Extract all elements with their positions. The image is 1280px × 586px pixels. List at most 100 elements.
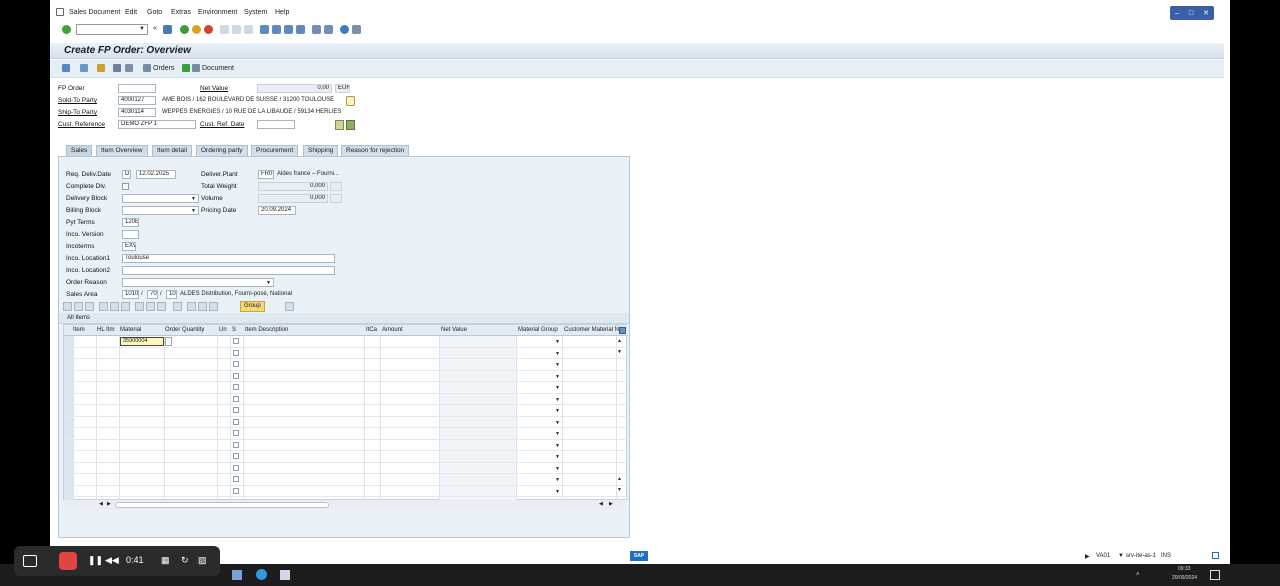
next-page-icon[interactable] — [284, 25, 293, 34]
orders-button[interactable]: Orders — [143, 64, 174, 72]
chevron-down-icon[interactable]: ▼ — [555, 374, 560, 380]
scroll-up-icon[interactable]: ▲ — [617, 476, 622, 482]
filter-icon[interactable] — [209, 302, 218, 311]
col-itca[interactable]: ItCa — [366, 327, 377, 333]
scroll-down-icon[interactable]: ▼ — [617, 487, 622, 493]
sap-logon-icon[interactable] — [280, 570, 290, 580]
incoterms-field[interactable]: EXW — [122, 242, 136, 251]
chevron-down-icon[interactable]: ▼ — [555, 420, 560, 426]
sap-menu-icon[interactable] — [56, 8, 64, 16]
status-checkbox[interactable] — [233, 338, 239, 344]
chevron-down-icon[interactable]: ▼ — [555, 408, 560, 414]
table-row[interactable]: ▼ — [64, 382, 628, 394]
tab-item-detail[interactable]: Item detail — [152, 145, 192, 156]
status-arrow-icon[interactable]: ▼ — [1118, 553, 1124, 559]
print-icon[interactable] — [220, 25, 229, 34]
status-checkbox[interactable] — [233, 441, 239, 448]
division-field[interactable]: 10 — [166, 290, 177, 299]
tab-sales[interactable]: Sales — [66, 145, 93, 156]
chevron-down-icon[interactable]: ▼ — [555, 443, 560, 449]
search-icon[interactable] — [198, 302, 207, 311]
arrow-icon[interactable] — [173, 302, 182, 311]
fp-order-field[interactable] — [118, 84, 156, 93]
more-functions-icon[interactable] — [285, 302, 294, 311]
config-icon[interactable] — [121, 302, 130, 311]
table-row[interactable]: ▼ — [64, 417, 628, 428]
req-deliv-unit-field[interactable]: D — [122, 170, 131, 179]
back-icon[interactable] — [180, 25, 189, 34]
col-material-group[interactable]: Material Group — [518, 327, 558, 333]
cancel-icon[interactable] — [204, 25, 213, 34]
deselect-all-icon[interactable] — [110, 302, 119, 311]
command-field[interactable]: ▼ — [76, 24, 148, 35]
maximize-icon[interactable]: □ — [1189, 10, 1193, 17]
find-icon[interactable] — [232, 25, 241, 34]
table-row[interactable]: ▼ — [64, 348, 628, 359]
col-s[interactable]: S — [232, 327, 236, 333]
sales-org-field[interactable]: 1010 — [122, 290, 139, 299]
insert-row-icon[interactable] — [74, 302, 83, 311]
table-row[interactable]: ▼ — [64, 474, 628, 486]
status-checkbox[interactable] — [233, 372, 239, 379]
save-icon[interactable] — [163, 25, 172, 34]
rewind-icon[interactable]: ◀◀ — [105, 555, 119, 566]
scroll-left-icon[interactable]: ◀ — [599, 501, 603, 507]
distribution-channel-field[interactable]: 70 — [147, 290, 158, 299]
chevron-down-icon[interactable]: ▼ — [555, 362, 560, 368]
col-item[interactable]: Item — [73, 327, 85, 333]
table-row[interactable]: ▼ — [64, 486, 628, 497]
header-button[interactable] — [80, 64, 88, 72]
table-row[interactable]: ▼ — [64, 451, 628, 463]
app-taskbar-icon[interactable] — [232, 570, 242, 580]
status-checkbox[interactable] — [233, 395, 239, 402]
status-checkbox[interactable] — [233, 464, 239, 471]
shortcut-icon[interactable] — [324, 25, 333, 34]
pricing-icon[interactable] — [135, 302, 144, 311]
menu-help[interactable]: Help — [275, 9, 289, 16]
delete-row-icon[interactable] — [85, 302, 94, 311]
inco-version-field[interactable] — [122, 230, 139, 239]
billing-block-select[interactable]: ▼ — [122, 206, 199, 215]
pause-icon[interactable]: ❚❚ — [88, 555, 103, 566]
minimize-icon[interactable]: – — [1175, 10, 1179, 17]
menu-environment[interactable]: Environment — [198, 9, 237, 16]
scroll-up-icon[interactable]: ▲ — [617, 338, 622, 344]
menu-goto[interactable]: Goto — [147, 9, 162, 16]
restart-icon[interactable]: ↻ — [181, 555, 189, 566]
edge-icon[interactable] — [256, 569, 267, 580]
col-item-description[interactable]: Item Description — [245, 327, 288, 333]
menu-extras[interactable]: Extras — [171, 9, 191, 16]
detail-icon[interactable] — [63, 302, 72, 311]
layout-icon[interactable] — [352, 25, 361, 34]
table-row[interactable]: ▼ — [64, 371, 628, 382]
display-change-button[interactable] — [62, 64, 70, 72]
deliver-plant-field[interactable]: FR03 — [258, 170, 274, 179]
order-reason-select[interactable]: ▼ — [122, 278, 274, 287]
tray-chevron-icon[interactable]: ˄ — [1136, 572, 1140, 578]
find-next-icon[interactable] — [244, 25, 253, 34]
document-flow-icon[interactable] — [346, 96, 355, 106]
chevron-down-icon[interactable]: ▼ — [555, 351, 560, 357]
status-checkbox[interactable] — [233, 453, 239, 459]
delivery-block-select[interactable]: ▼ — [122, 194, 199, 203]
col-hl-itm[interactable]: HL Itm — [97, 327, 114, 333]
pyt-terms-field[interactable]: 120E — [122, 218, 139, 227]
status-checkbox[interactable] — [233, 430, 239, 436]
table-row[interactable]: ▼ — [64, 359, 628, 371]
schedule-icon[interactable] — [146, 302, 155, 311]
inco-location1-field[interactable]: Toulouse — [122, 254, 335, 263]
address-icon[interactable] — [346, 120, 355, 130]
table-row[interactable]: ▼ — [64, 428, 628, 440]
close-icon[interactable]: ✕ — [1203, 9, 1209, 17]
chevron-down-icon[interactable]: ▼ — [555, 431, 560, 437]
scrollbar-thumb[interactable] — [115, 502, 329, 508]
menu-system[interactable]: System — [244, 9, 267, 16]
chevron-down-icon[interactable]: ▼ — [555, 397, 560, 403]
last-page-icon[interactable] — [296, 25, 305, 34]
camera-icon[interactable] — [23, 555, 37, 567]
trash-icon[interactable]: ▧ — [198, 555, 207, 566]
chevron-down-icon[interactable]: ▼ — [555, 454, 560, 460]
chevron-down-icon[interactable]: ▼ — [555, 385, 560, 391]
new-session-icon[interactable] — [312, 25, 321, 34]
table-row[interactable]: ▼ — [64, 405, 628, 417]
